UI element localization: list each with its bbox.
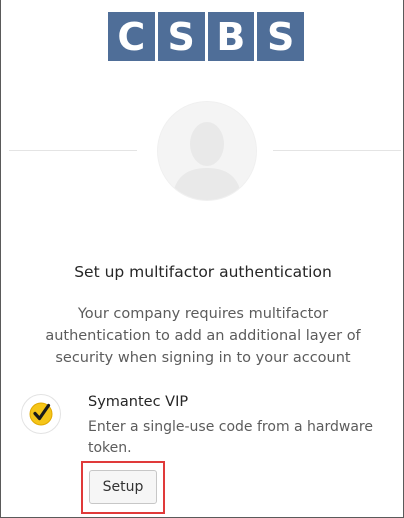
page-description: Your company requires multifactor authen… [45, 306, 361, 366]
logo-letter: S [157, 12, 205, 61]
csbs-logo: C S B S [108, 12, 304, 61]
page-title: Set up multifactor authentication [74, 263, 332, 281]
mfa-setup-panel: C S B S Set up multifactor authenticatio… [0, 0, 404, 518]
divider-right [273, 150, 401, 151]
setup-button[interactable]: Setup [89, 470, 157, 504]
factor-name: Symantec VIP [88, 394, 189, 410]
divider-left [9, 150, 137, 151]
logo-letter: B [207, 12, 255, 61]
logo-letter: S [257, 12, 304, 61]
symantec-vip-icon [21, 394, 61, 434]
factor-description: Enter a single-use code from a hardware … [88, 419, 373, 456]
user-silhouette-icon [172, 122, 242, 200]
logo-letter: C [108, 12, 155, 61]
user-avatar [157, 101, 257, 201]
symantec-vip-check-icon [29, 402, 53, 426]
